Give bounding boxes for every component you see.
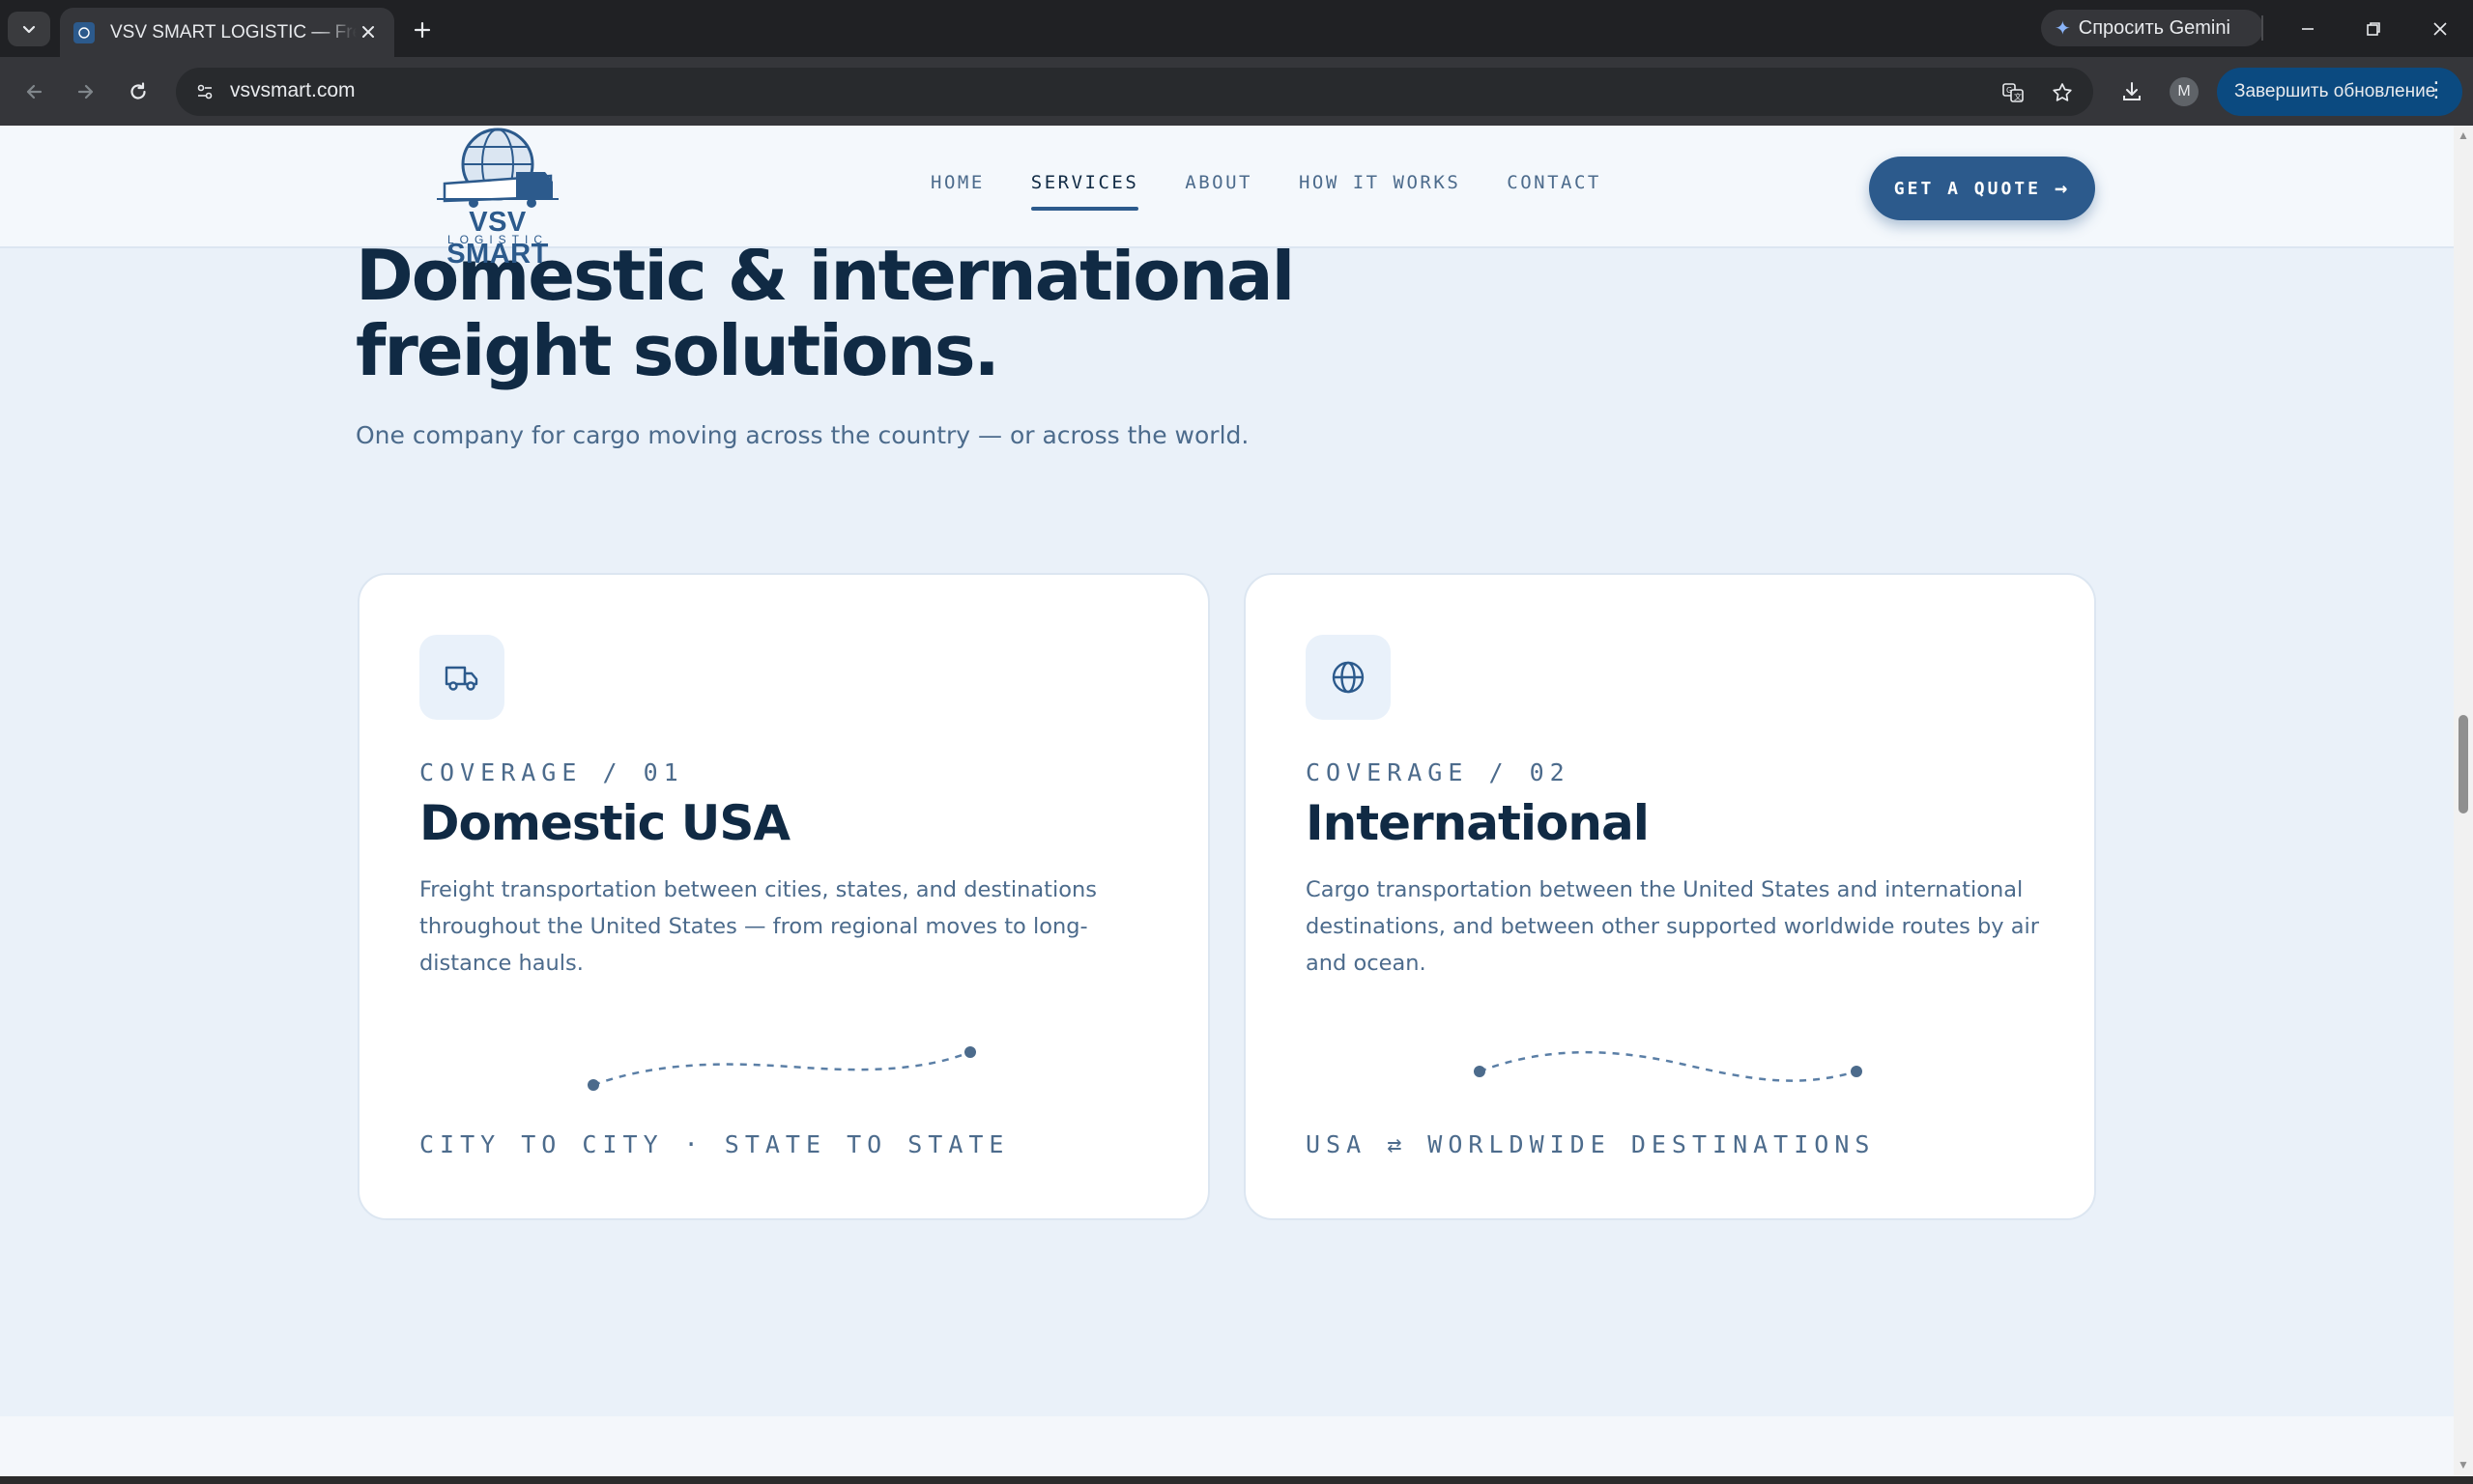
tab-search-button[interactable] [8, 12, 50, 46]
address-bar[interactable]: vsvsmart.com G文 [176, 68, 2093, 116]
site-logo[interactable]: VSV SMART LOGISTIC [416, 126, 580, 270]
more-vert-icon[interactable]: ⋮ [2426, 77, 2447, 102]
route-line-decoration [1474, 1050, 1862, 1082]
download-icon [2123, 82, 2141, 100]
gemini-sparkle-icon: ✦ [2055, 17, 2071, 40]
page-viewport: Domestic & international freight solutio… [0, 126, 2454, 1476]
arrow-right-icon [77, 84, 94, 100]
nav-link-services[interactable]: SERVICES [1030, 172, 1139, 211]
scroll-down-arrow-icon[interactable]: ▼ [2458, 1459, 2469, 1470]
card-icon-badge [1306, 635, 1391, 720]
card-kicker: COVERAGE / 01 [419, 758, 684, 786]
svg-text:G: G [2006, 86, 2012, 95]
tab-close-icon[interactable] [356, 19, 381, 44]
profile-button[interactable]: M [2165, 72, 2203, 111]
tabbar-divider [2261, 15, 2263, 41]
nav-link-home[interactable]: HOME [931, 172, 985, 193]
plus-icon [414, 21, 431, 39]
route-line-decoration [588, 1046, 976, 1091]
browser-toolbar: vsvsmart.com G文 M Завершить обновление ⋮ [0, 57, 2473, 126]
finish-update-button[interactable]: Завершить обновление ⋮ [2217, 68, 2462, 116]
card-description: Freight transportation between cities, s… [419, 877, 1097, 976]
bookmark-button[interactable] [2048, 78, 2077, 107]
main-nav: HOME SERVICES ABOUT HOW IT WORKS CONTACT [931, 172, 1648, 211]
hero-title-line-2: freight solutions. [356, 310, 1000, 391]
card-title: International [1306, 795, 1650, 851]
tab-title: VSV SMART LOGISTIC — Freight [110, 21, 357, 43]
site-info-button[interactable] [189, 76, 220, 107]
finish-update-label: Завершить обновление [2234, 81, 2436, 101]
forward-button[interactable] [68, 73, 104, 110]
next-section-edge [0, 1416, 2454, 1476]
arrow-left-icon [26, 84, 43, 100]
nav-link-how-it-works[interactable]: HOW IT WORKS [1299, 172, 1460, 193]
scrollbar-thumb[interactable] [2459, 715, 2468, 813]
profile-avatar: M [2170, 77, 2199, 106]
chevron-down-icon [22, 25, 36, 34]
card-description: Cargo transportation between the United … [1306, 877, 2040, 976]
translate-icon: G文 [2002, 83, 2024, 102]
close-window-button[interactable] [2421, 10, 2459, 48]
card-icon-badge [419, 635, 504, 720]
arrow-right-icon: → [2054, 176, 2071, 201]
translate-button[interactable]: G文 [1999, 78, 2027, 107]
ask-gemini-label: Спросить Gemini [2078, 16, 2230, 39]
restore-icon [2367, 22, 2380, 36]
logo-globe-truck-icon [437, 128, 559, 208]
restore-button[interactable] [2354, 10, 2393, 48]
tune-icon [197, 84, 213, 100]
ask-gemini-button[interactable]: ✦ Спросить Gemini [2041, 10, 2263, 46]
coverage-card-international: COVERAGE / 02 International Cargo transp… [1244, 573, 2096, 1220]
truck-icon [445, 666, 478, 691]
card-footer-label: USA ⇄ WORLDWIDE DESTINATIONS [1306, 1130, 1876, 1158]
window-bottom-edge [0, 1476, 2473, 1484]
globe-icon [1332, 661, 1365, 694]
scroll-up-arrow-icon[interactable]: ▲ [2458, 129, 2469, 141]
card-footer-label: CITY TO CITY · STATE TO STATE [419, 1130, 1010, 1158]
coverage-card-domestic: COVERAGE / 01 Domestic USA Freight trans… [358, 573, 1210, 1220]
get-quote-button[interactable]: GET A QUOTE → [1869, 157, 2095, 220]
card-kicker: COVERAGE / 02 [1306, 758, 1570, 786]
hero-subtitle: One company for cargo moving across the … [356, 421, 1250, 449]
page-scrollbar[interactable]: ▲ ▼ [2454, 126, 2473, 1476]
downloads-button[interactable] [2113, 72, 2151, 111]
star-icon [2053, 83, 2072, 101]
url-text[interactable]: vsvsmart.com [230, 79, 356, 102]
reload-icon [130, 82, 146, 100]
close-icon [2433, 22, 2447, 36]
reload-button[interactable] [120, 73, 157, 110]
site-favicon-icon [73, 21, 95, 43]
card-title: Domestic USA [419, 795, 791, 851]
nav-link-contact[interactable]: CONTACT [1507, 172, 1601, 193]
nav-link-about[interactable]: ABOUT [1185, 172, 1252, 193]
back-button[interactable] [15, 73, 52, 110]
new-tab-button[interactable] [406, 14, 439, 46]
get-quote-label: GET A QUOTE [1893, 178, 2041, 199]
minimize-button[interactable] [2288, 10, 2327, 48]
minimize-icon [2302, 28, 2314, 30]
site-header: VSV SMART LOGISTIC HOME SERVICES ABOUT H… [0, 126, 2454, 270]
svg-text:文: 文 [2014, 92, 2022, 101]
browser-tab-active[interactable]: VSV SMART LOGISTIC — Freight [60, 8, 394, 57]
logo-subtitle: LOGISTIC [446, 233, 548, 246]
browser-tab-bar: VSV SMART LOGISTIC — Freight ✦ Спросить … [0, 0, 2473, 57]
